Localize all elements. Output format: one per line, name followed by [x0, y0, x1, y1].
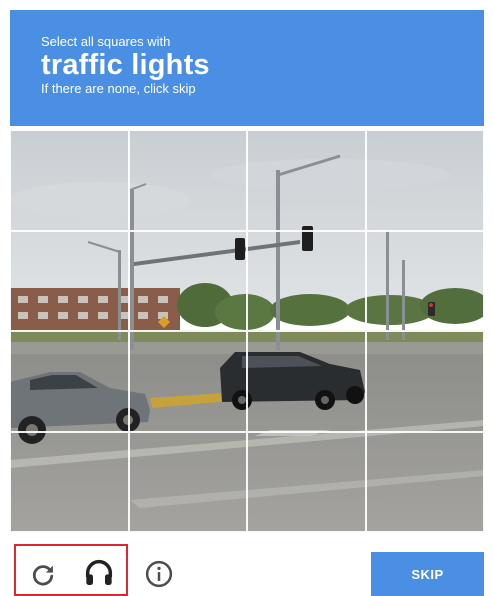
reload-button[interactable] [26, 558, 60, 592]
grid-tile[interactable] [10, 230, 129, 331]
grid-tile[interactable] [128, 230, 247, 331]
grid-tile[interactable] [128, 130, 247, 231]
grid-tile[interactable] [247, 130, 366, 231]
grid-tile[interactable] [365, 331, 484, 432]
info-icon [145, 560, 173, 588]
image-grid [10, 130, 484, 532]
reload-icon [32, 565, 54, 586]
hint-text: If there are none, click skip [41, 81, 196, 96]
grid-tile[interactable] [128, 431, 247, 532]
grid-tile[interactable] [365, 431, 484, 532]
grid-tile[interactable] [247, 431, 366, 532]
tile-grid [10, 130, 484, 532]
challenge-header: Select all squares with traffic lights I… [10, 10, 484, 126]
skip-button[interactable]: SKIP [371, 552, 484, 596]
instruction-text: Select all squares with [41, 34, 171, 49]
grid-tile[interactable] [247, 230, 366, 331]
audio-challenge-button[interactable] [82, 556, 116, 590]
grid-tile[interactable] [10, 130, 129, 231]
grid-tile[interactable] [365, 230, 484, 331]
grid-tile[interactable] [10, 331, 129, 432]
info-button[interactable] [142, 557, 176, 591]
grid-tile[interactable] [10, 431, 129, 532]
challenge-footer: SKIP [0, 532, 494, 596]
grid-tile[interactable] [247, 331, 366, 432]
grid-tile[interactable] [128, 331, 247, 432]
target-object: traffic lights [41, 49, 210, 81]
headphones-icon [85, 560, 113, 585]
grid-tile[interactable] [365, 130, 484, 231]
